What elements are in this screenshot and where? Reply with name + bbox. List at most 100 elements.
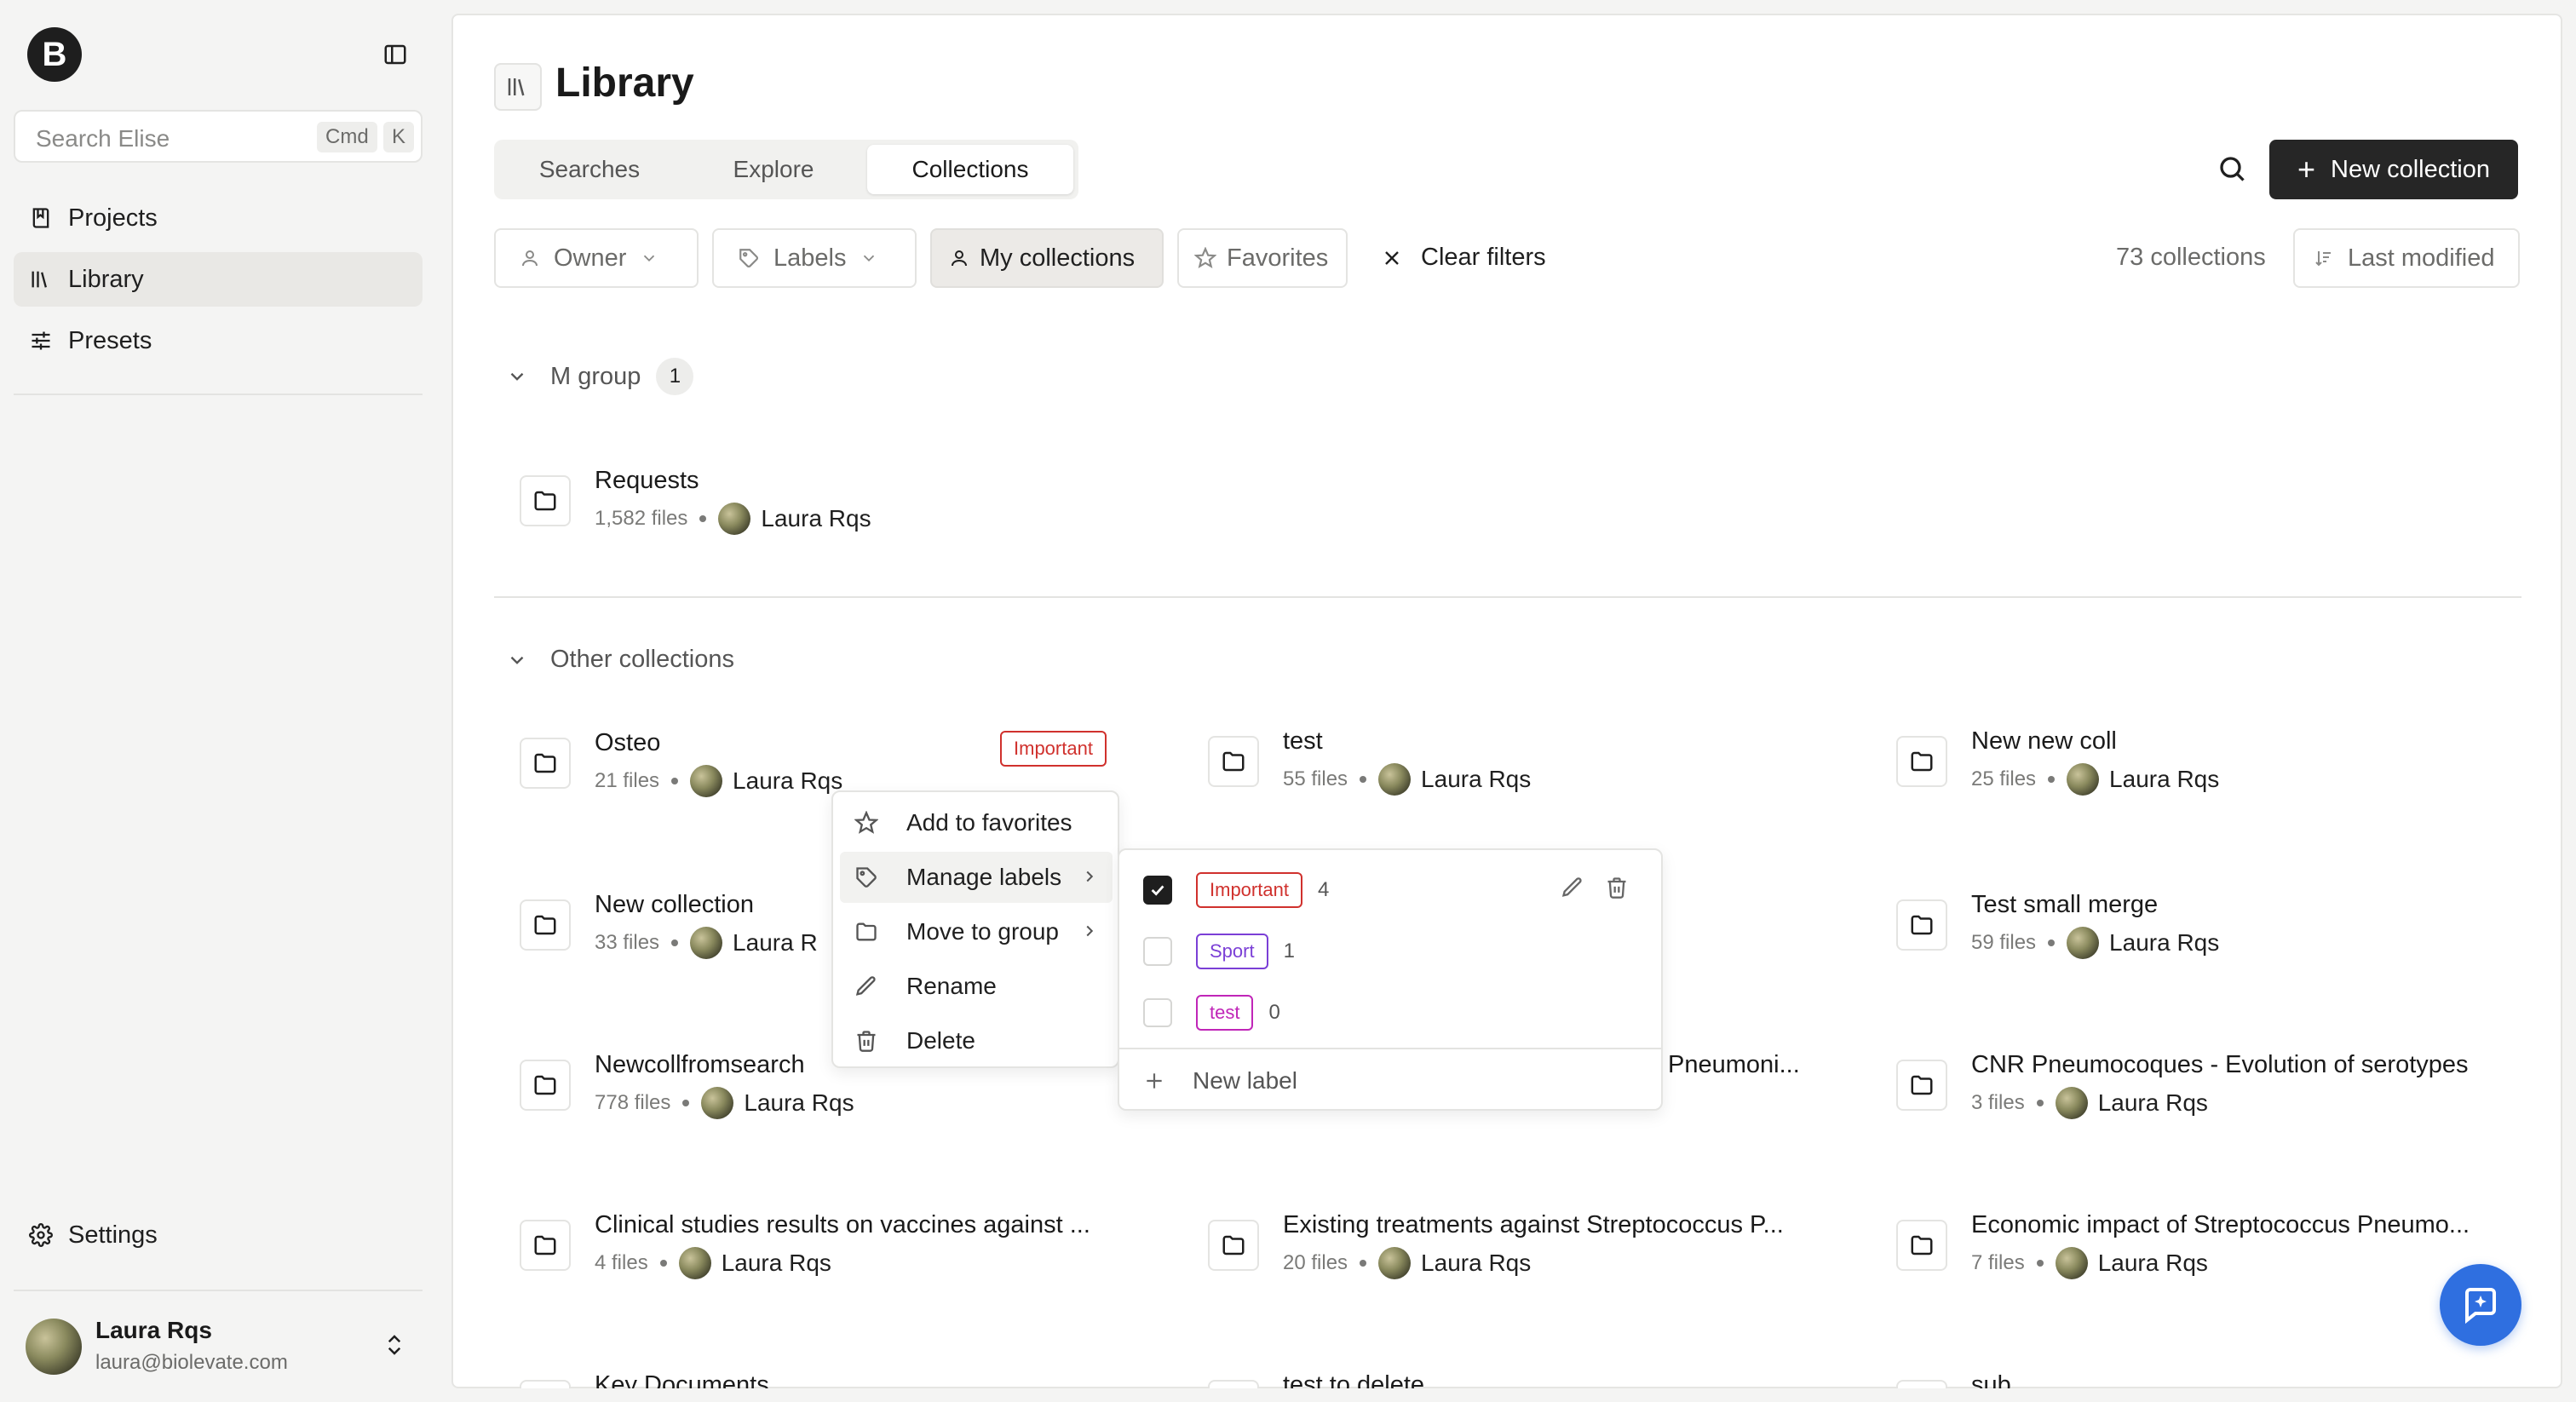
collection-files: 20 files: [1283, 1251, 1348, 1274]
sidebar-item-presets[interactable]: Presets: [14, 313, 423, 368]
new-collection-label: New collection: [2331, 155, 2490, 183]
page-title: Library: [555, 60, 694, 106]
clear-filters-button[interactable]: Clear filters: [1382, 244, 1546, 272]
collection-name: Key Documents: [595, 1371, 769, 1388]
my-collections-filter[interactable]: My collections: [930, 228, 1164, 288]
owner-filter-label: Owner: [554, 244, 627, 272]
collection-card[interactable]: Economic impact of Streptococcus Pneumo.…: [1896, 1204, 2544, 1281]
plus-icon: +: [2297, 152, 2316, 187]
pencil-icon[interactable]: [1561, 876, 1584, 899]
user-icon: [949, 248, 969, 268]
collection-name: Newcollfromsearch: [595, 1051, 805, 1078]
new-label-button[interactable]: New label: [1143, 1061, 1297, 1100]
separator-dot: [671, 778, 679, 784]
chevron-down-icon: [506, 365, 528, 388]
label-row-test[interactable]: test 0: [1143, 993, 1280, 1032]
collection-meta: 33 files Laura R: [595, 927, 818, 959]
folder-icon: [852, 920, 881, 944]
separator-dot: [659, 1260, 667, 1267]
library-icon: [27, 266, 55, 293]
labels-filter-label: Labels: [773, 244, 847, 272]
label-row-important[interactable]: Important 4: [1143, 871, 1329, 910]
menu-delete[interactable]: Delete: [840, 1015, 1113, 1066]
collection-card[interactable]: Key Documents: [520, 1365, 1167, 1388]
collection-name: Osteo: [595, 729, 661, 756]
label-checkbox[interactable]: [1143, 937, 1172, 966]
menu-move-to-group[interactable]: Move to group: [840, 906, 1113, 957]
collection-owner: Laura Rqs: [744, 1089, 854, 1116]
sidebar-toggle-icon[interactable]: [378, 37, 412, 72]
menu-label: Rename: [906, 973, 997, 999]
user-menu-chevron-icon[interactable]: [382, 1330, 407, 1359]
label-row-sport[interactable]: Sport 1: [1143, 932, 1295, 971]
separator-dot: [699, 515, 707, 522]
collection-owner: Laura Rqs: [1421, 766, 1532, 792]
pencil-icon: [852, 974, 881, 998]
search-input[interactable]: Search Elise Cmd K: [14, 110, 423, 163]
collection-card[interactable]: Existing treatments against Streptococcu…: [1208, 1204, 1855, 1281]
user-name: Laura Rqs: [95, 1317, 212, 1343]
collection-files: 25 files: [1971, 767, 2037, 790]
favorites-label: Favorites: [1227, 244, 1329, 272]
collection-card[interactable]: CNR Pneumocoques - Evolution of serotype…: [1896, 1044, 2544, 1121]
collection-owner: Laura Rqs: [2109, 929, 2220, 956]
collection-card[interactable]: New new coll 25 files Laura Rqs: [1896, 721, 2544, 797]
separator-dot: [671, 939, 679, 946]
chat-assistant-button[interactable]: [2440, 1264, 2521, 1346]
folder-icon: [1208, 736, 1259, 787]
group-header-m-group[interactable]: M group 1: [506, 358, 694, 395]
sidebar-item-label: Library: [68, 265, 144, 293]
collection-card[interactable]: Clinical studies results on vaccines aga…: [520, 1204, 1167, 1281]
collection-name: sub: [1971, 1371, 2011, 1388]
collection-card[interactable]: Requests 1,582 files Laura Rqs: [520, 460, 1167, 537]
plus-icon: [1143, 1070, 1165, 1092]
tab-collections[interactable]: Collections: [867, 145, 1073, 194]
main-panel: Library Searches Explore Collections + N…: [451, 14, 2562, 1388]
star-icon: [852, 811, 881, 835]
collection-card[interactable]: Osteo 21 files Laura Rqs Important: [520, 722, 1167, 799]
label-checkbox[interactable]: [1143, 876, 1172, 905]
menu-manage-labels[interactable]: Manage labels: [840, 852, 1113, 903]
group-header-other-collections[interactable]: Other collections: [506, 646, 734, 674]
separator-dot: [2048, 939, 2056, 946]
sidebar-item-library[interactable]: Library: [14, 252, 423, 307]
labels-filter[interactable]: Labels: [712, 228, 917, 288]
label-tag-sport: Sport: [1196, 934, 1268, 969]
owner-filter[interactable]: Owner: [494, 228, 699, 288]
label-count: 0: [1268, 1001, 1280, 1024]
sort-label: Last modified: [2348, 244, 2495, 272]
trash-icon[interactable]: [1605, 876, 1629, 899]
menu-label: Manage labels: [906, 864, 1062, 890]
close-icon: [1382, 248, 1402, 268]
menu-add-to-favorites[interactable]: Add to favorites: [840, 797, 1113, 848]
star-icon: [1194, 247, 1216, 269]
settings-label: Settings: [68, 1221, 158, 1249]
submenu-divider: [1119, 1048, 1661, 1049]
collection-name: Pneumoni...: [1668, 1051, 1800, 1078]
collection-card[interactable]: sub: [1896, 1365, 2544, 1388]
favorites-filter[interactable]: Favorites: [1177, 228, 1348, 288]
collection-card[interactable]: Test small merge 59 files Laura Rqs: [1896, 884, 2544, 961]
sort-button[interactable]: Last modified: [2293, 228, 2520, 288]
folder-icon: [520, 1380, 571, 1388]
menu-rename[interactable]: Rename: [840, 961, 1113, 1012]
user-avatar[interactable]: [26, 1319, 82, 1375]
label-checkbox[interactable]: [1143, 998, 1172, 1027]
sidebar-item-settings[interactable]: Settings: [14, 1208, 423, 1262]
tab-explore[interactable]: Explore: [683, 145, 864, 194]
collection-card[interactable]: test 55 files Laura Rqs: [1208, 721, 1855, 797]
sidebar: B Search Elise Cmd K Projects Library Pr…: [0, 0, 451, 1402]
collection-files: 7 files: [1971, 1251, 2025, 1274]
app-logo[interactable]: B: [27, 27, 82, 82]
owner-avatar: [2067, 763, 2100, 796]
label-tag-important: Important: [1000, 731, 1107, 767]
separator-dot: [682, 1100, 690, 1106]
collection-meta: 7 files Laura Rqs: [1971, 1247, 2208, 1279]
sidebar-item-projects[interactable]: Projects: [14, 191, 423, 245]
collection-card[interactable]: test to delete: [1208, 1365, 1855, 1388]
tab-searches[interactable]: Searches: [499, 145, 680, 194]
new-collection-button[interactable]: + New collection: [2269, 140, 2518, 199]
search-icon[interactable]: [2217, 153, 2247, 184]
separator-dot: [2036, 1100, 2044, 1106]
collection-owner: Laura Rqs: [2097, 1250, 2208, 1276]
